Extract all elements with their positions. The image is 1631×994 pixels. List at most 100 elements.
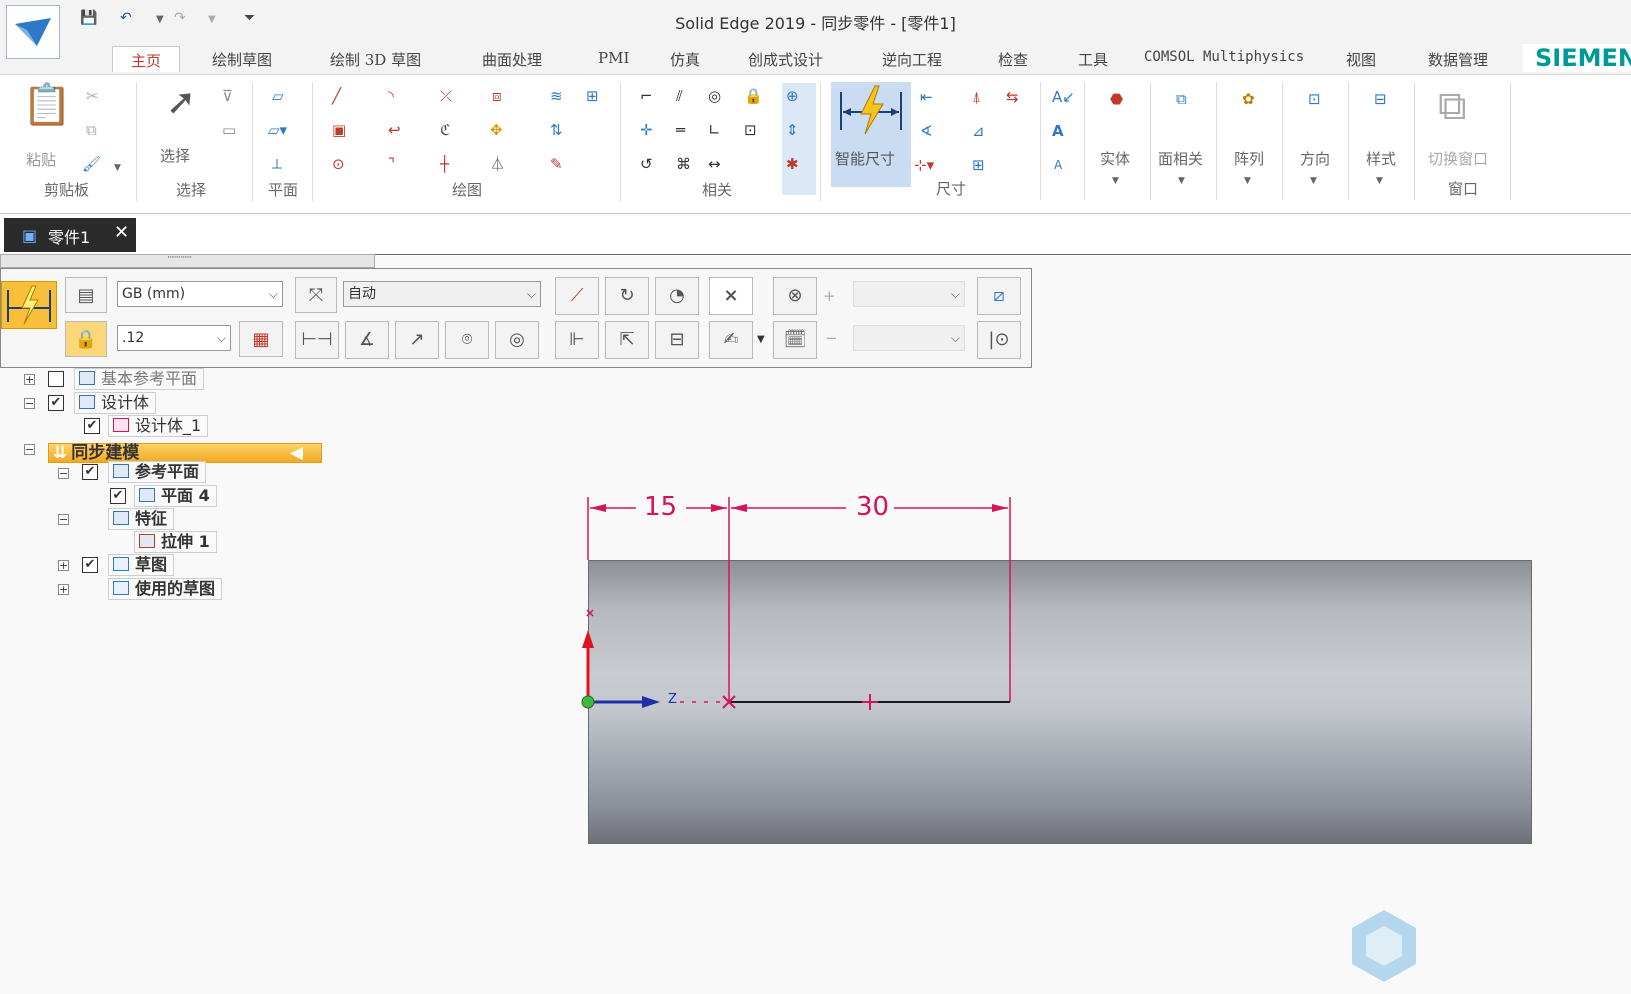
style-icon[interactable]: ⊟: [1374, 90, 1387, 108]
rectangle-icon[interactable]: ▣: [332, 121, 346, 139]
placement-icon[interactable]: ⊟: [655, 321, 699, 359]
distance-between-icon[interactable]: ⇤: [920, 88, 933, 106]
select-tangent-icon[interactable]: ⇱: [605, 321, 649, 359]
radius-dim-icon[interactable]: ⌾: [445, 321, 489, 359]
move-icon[interactable]: ✥: [490, 121, 503, 139]
tangent-icon[interactable]: ↺: [640, 155, 653, 173]
coordinate-system-icon[interactable]: ⟂: [272, 155, 282, 173]
orient-dropdown-icon[interactable]: ▼: [1310, 172, 1317, 190]
format-painter-icon[interactable]: 🖌: [82, 155, 101, 173]
filter-icon[interactable]: ⊽: [222, 87, 233, 105]
relation-assistant-icon[interactable]: ⊕: [786, 87, 799, 105]
tab-sketch[interactable]: 绘制草图: [212, 46, 272, 73]
clipboard-dropdown-icon[interactable]: ▼: [114, 159, 121, 177]
diameter-dim-icon[interactable]: ◎: [495, 321, 539, 359]
projected-dim-icon[interactable]: ↗: [395, 321, 439, 359]
circular-dim-icon[interactable]: |⊙: [977, 321, 1021, 359]
select-box-icon[interactable]: ▭: [222, 121, 236, 139]
trim-icon[interactable]: ⤫: [440, 87, 452, 105]
circle-icon[interactable]: ⊙: [332, 155, 345, 173]
coordinate-dim-icon[interactable]: ⊹▾: [914, 156, 934, 174]
solids-dropdown-icon[interactable]: ▼: [1112, 172, 1119, 190]
dimension-15[interactable]: 15: [644, 492, 677, 522]
tab-generative-design[interactable]: 创成式设计: [748, 46, 823, 73]
expand-icon[interactable]: +: [58, 584, 69, 595]
break-line-icon[interactable]: ⊩: [555, 321, 599, 359]
application-button[interactable]: [6, 5, 60, 59]
smart-dimension-button[interactable]: 智能尺寸: [831, 82, 911, 187]
collapse-icon[interactable]: −: [24, 398, 35, 409]
point-icon[interactable]: ┼: [440, 155, 449, 173]
angular-coord-icon[interactable]: ⊿: [972, 122, 985, 140]
symmetric-dim-icon[interactable]: ⍋: [972, 88, 981, 106]
tab-simulation[interactable]: 仿真: [670, 46, 700, 73]
arc-angle-icon[interactable]: ◔: [655, 277, 699, 315]
select-button[interactable]: 选择: [160, 145, 190, 166]
connect-icon[interactable]: ⌐: [640, 87, 653, 105]
tab-surfacing[interactable]: 曲面处理: [482, 46, 542, 73]
customize-qat-icon[interactable]: ⏷: [244, 10, 255, 26]
tree-item-extrude-1[interactable]: 拉伸 1: [134, 531, 217, 553]
paste-icon[interactable]: 📋: [22, 83, 72, 127]
pathfinder-splitter[interactable]: ·············: [0, 253, 375, 268]
angle-dim-icon[interactable]: ∡: [345, 321, 389, 359]
style-button[interactable]: 样式: [1366, 148, 1396, 169]
sketch-view-icon[interactable]: ⊞: [586, 87, 599, 105]
plane-options-icon[interactable]: ▱▾: [268, 121, 287, 139]
rigid-set-icon[interactable]: ⊡: [744, 121, 757, 139]
pattern-dropdown-icon[interactable]: ▼: [1244, 172, 1251, 190]
mirror-icon[interactable]: ⏃: [490, 155, 505, 173]
dimension-style-mapping-icon[interactable]: ▤: [65, 277, 107, 313]
lower-tolerance-select[interactable]: ⌵: [853, 325, 965, 351]
switch-window-icon[interactable]: ⧉: [1438, 84, 1467, 128]
face-related-button[interactable]: 面相关: [1158, 148, 1203, 169]
dim-style-icon[interactable]: ⇆: [1006, 88, 1019, 106]
relation-handles-icon[interactable]: ⇕: [786, 121, 799, 139]
fillet-icon[interactable]: ↩: [388, 121, 401, 139]
tab-reverse-engineering[interactable]: 逆向工程: [882, 46, 942, 73]
decrease-text-icon[interactable]: A: [1054, 156, 1062, 174]
style-dropdown-icon[interactable]: ▼: [1376, 172, 1383, 190]
annotation-edit-icon[interactable]: ✍: [709, 321, 753, 359]
tree-item-design-body[interactable]: 设计体: [74, 392, 157, 414]
redo-icon[interactable]: ↷: [174, 10, 186, 26]
angle-between-icon[interactable]: ∢: [920, 122, 933, 140]
checkbox[interactable]: ✔: [110, 488, 126, 504]
horizontal-vertical-icon[interactable]: ✛: [640, 121, 653, 139]
tab-data-management[interactable]: 数据管理: [1428, 46, 1488, 73]
perpendicular-icon[interactable]: ∟: [708, 121, 721, 139]
cut-icon[interactable]: ✂: [86, 87, 99, 105]
delete-relations-icon[interactable]: ✱: [786, 155, 799, 173]
checkbox[interactable]: [48, 371, 64, 387]
checkbox[interactable]: ✔: [48, 395, 64, 411]
symmetric-icon[interactable]: ⌘: [676, 155, 691, 173]
tab-tools[interactable]: 工具: [1078, 46, 1108, 73]
document-tab[interactable]: ▣ 零件1 ✕: [4, 218, 136, 252]
face-related-dropdown-icon[interactable]: ▼: [1178, 172, 1185, 190]
increase-text-icon[interactable]: A: [1052, 122, 1064, 140]
lock-dimension-icon[interactable]: 🔒: [65, 321, 107, 357]
rotate-icon[interactable]: ↻: [605, 277, 649, 315]
collapse-icon[interactable]: −: [58, 514, 69, 525]
undo-icon[interactable]: ↶: [120, 10, 132, 26]
tree-item-features[interactable]: 特征: [108, 508, 175, 530]
tab-comsol[interactable]: COMSOL Multiphysics: [1144, 46, 1304, 68]
upper-tolerance-select[interactable]: ⌵: [853, 281, 965, 307]
dimension-30[interactable]: 30: [856, 492, 889, 522]
horizontal-dim-icon[interactable]: ⊢⊣: [295, 321, 339, 359]
pick-element-icon[interactable]: ⟋: [555, 277, 599, 315]
equal-icon[interactable]: ═: [676, 121, 685, 139]
tab-inspect[interactable]: 检查: [998, 46, 1028, 73]
redo-dropdown-icon[interactable]: ▼: [208, 14, 216, 25]
select-arrow-icon[interactable]: ➚: [166, 83, 196, 123]
lock-icon[interactable]: 🔒: [744, 87, 763, 105]
tab-pmi[interactable]: PMI: [598, 46, 629, 70]
checkbox[interactable]: ✔: [84, 418, 100, 434]
collinear-icon[interactable]: ↔: [708, 155, 721, 173]
expand-icon[interactable]: +: [58, 560, 69, 571]
plane-icon[interactable]: ▱: [272, 87, 284, 105]
convert-icon[interactable]: ℭ: [440, 121, 451, 139]
tree-item-design-body-1[interactable]: 设计体_1: [108, 415, 209, 437]
chamfer-icon[interactable]: ⌝: [388, 155, 395, 173]
dimension-properties-icon[interactable]: ⧄: [977, 277, 1021, 315]
